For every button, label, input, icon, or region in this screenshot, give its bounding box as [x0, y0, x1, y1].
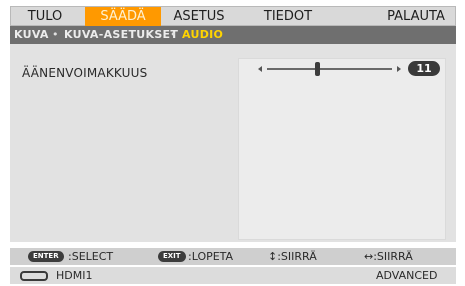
tab-saada[interactable]: SÄÄDÄ	[85, 7, 161, 27]
exit-key-icon: EXIT	[158, 251, 186, 262]
breadcrumb-item-kuva-asetukset[interactable]: KUVA-ASETUKSET	[64, 26, 178, 44]
tab-palauta[interactable]: PALAUTA	[377, 7, 455, 27]
tab-tulo[interactable]: TULO	[15, 7, 75, 27]
input-source: HDMI1	[56, 269, 93, 282]
slider-right-arrow-icon[interactable]	[397, 66, 401, 72]
picture-mode: ADVANCED	[376, 269, 438, 282]
enter-hint: :SELECT	[68, 250, 114, 263]
breadcrumb-separator: •	[170, 28, 177, 41]
enter-key-icon: ENTER	[28, 251, 64, 262]
value-panel	[238, 58, 446, 240]
volume-label[interactable]: ÄÄNENVOIMAKKUUS	[22, 66, 147, 80]
volume-slider-thumb[interactable]	[315, 62, 320, 76]
leftright-move-hint: ↔:SIIRRÄ	[364, 250, 413, 263]
hdmi-input-icon	[20, 271, 48, 281]
exit-hint: :LOPETA	[188, 250, 234, 263]
tab-tiedot[interactable]: TIEDOT	[251, 7, 325, 27]
breadcrumb-separator: •	[52, 28, 59, 41]
updown-move-hint: ↕:SIIRRÄ	[268, 250, 317, 263]
volume-value-badge: 11	[408, 61, 440, 76]
projector-osd-menu: TULO SÄÄDÄ ASETUS TIEDOT PALAUTA KUVA • …	[0, 0, 465, 286]
breadcrumb-item-audio[interactable]: AUDIO	[182, 26, 223, 44]
slider-left-arrow-icon[interactable]	[258, 66, 262, 72]
breadcrumb-item-kuva[interactable]: KUVA	[14, 26, 49, 44]
menu-bar: TULO SÄÄDÄ ASETUS TIEDOT PALAUTA	[10, 6, 456, 27]
tab-asetus[interactable]: ASETUS	[161, 7, 237, 27]
volume-slider-track[interactable]	[267, 68, 392, 70]
